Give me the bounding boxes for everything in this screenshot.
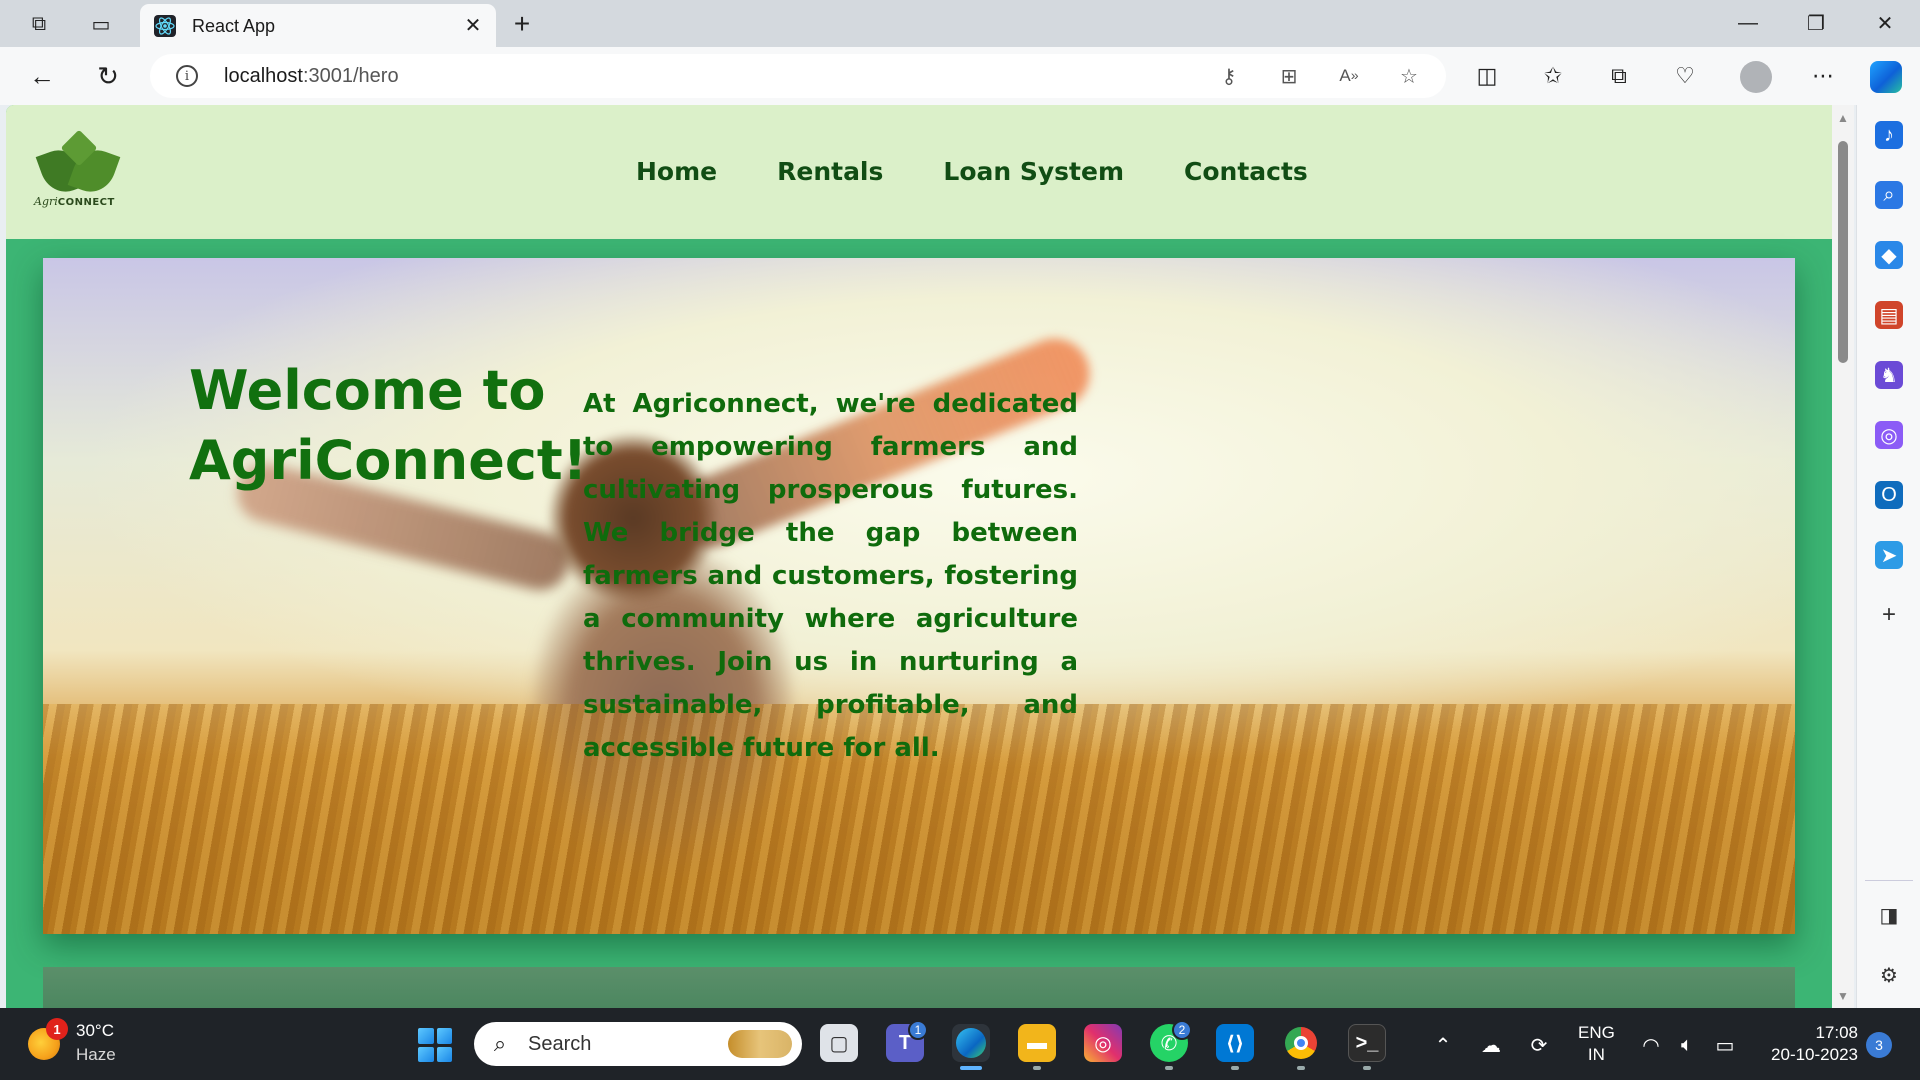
tab-react-app[interactable]: React App ✕ [140,4,496,47]
weather-badge: 1 [46,1018,68,1040]
shopping-icon[interactable]: ◆ [1875,241,1903,269]
weather-temp[interactable]: 30°C [76,1021,114,1041]
split-screen-icon[interactable]: ◫ [1470,59,1504,93]
address-toolbar: ← ↻ i localhost:3001/hero ⚷ ⊞ A» ☆ ◫ ✩ ⧉… [0,47,1920,105]
weather-condition[interactable]: Haze [76,1045,116,1065]
whatsapp-running-indicator [1165,1066,1173,1070]
search-icon: ⌕ [493,1031,507,1056]
clock-date: 20-10-2023 [1771,1045,1858,1064]
hero-title: Welcome to AgriConnect! [189,359,588,492]
page-scrollbar[interactable]: ▲ ▼ [1832,105,1854,1008]
back-arrow-icon[interactable]: ← [24,58,60,94]
battery-icon[interactable]: ▭ [1712,1032,1738,1058]
hide-sidebar-icon[interactable]: ◨ [1875,901,1903,929]
site-header: AgriCONNECT Home Rentals Loan System Con… [6,105,1832,239]
url-text[interactable]: localhost:3001/hero [224,65,399,88]
tab-title: React App [192,16,276,36]
url-host: localhost [224,65,303,87]
nav-home[interactable]: Home [636,157,717,186]
key-icon[interactable]: ⚷ [1216,63,1242,89]
info-icon[interactable]: i [176,65,198,87]
workspaces-icon[interactable]: ⧉ [24,9,54,39]
nav-rentals[interactable]: Rentals [777,157,883,186]
refresh-icon[interactable]: ↻ [90,58,126,94]
sync-icon[interactable]: ⟳ [1526,1032,1552,1058]
chevron-up-icon[interactable]: ⌃ [1430,1032,1456,1058]
plus-icon[interactable]: + [506,8,538,40]
favorite-star-icon[interactable]: ☆ [1396,63,1422,89]
logo-wordmark: AgriCONNECT [34,195,115,208]
performance-icon[interactable]: ♡ [1668,59,1702,93]
collections-icon[interactable]: ⧉ [1602,59,1636,93]
terminal-running-indicator [1363,1066,1371,1070]
chrome-running-indicator [1297,1066,1305,1070]
terminal-icon[interactable]: >_ [1348,1024,1386,1062]
clock-time: 17:08 [1815,1023,1858,1042]
page-viewport: AgriCONNECT Home Rentals Loan System Con… [6,105,1832,1008]
instagram-icon[interactable]: ◎ [1084,1024,1122,1062]
scroll-thumb[interactable] [1838,141,1848,363]
whatsapp-badge: 2 [1172,1020,1192,1040]
logo-word: CONNECT [57,197,115,208]
close-icon[interactable]: ✕ [460,12,486,38]
settings-icon[interactable]: ⚙ [1875,961,1903,989]
send-icon[interactable]: ➤ [1875,541,1903,569]
edge-icon[interactable] [952,1024,990,1062]
nav-loan-system[interactable]: Loan System [943,157,1124,186]
react-icon [154,15,176,37]
vscode-running-indicator [1231,1066,1239,1070]
file-explorer-icon[interactable]: ▬ [1018,1024,1056,1062]
vscode-icon[interactable]: ⟨⟩ [1216,1024,1254,1062]
microsoft-365-icon[interactable]: ◎ [1875,421,1903,449]
logo-script: Agri [34,195,58,208]
tools-icon[interactable]: ▤ [1875,301,1903,329]
favorites-icon[interactable]: ✩ [1536,59,1570,93]
search-label: Search [528,1033,592,1055]
nav-contacts[interactable]: Contacts [1184,157,1308,186]
system-clock[interactable]: 17:08 20-10-2023 [1762,1022,1858,1066]
minimize-icon[interactable]: — [1725,6,1771,40]
address-bar[interactable]: i localhost:3001/hero ⚷ ⊞ A» ☆ [150,54,1446,98]
hero-section: Welcome to AgriConnect! At Agriconnect, … [43,258,1795,934]
task-view-icon[interactable]: ▢ [820,1024,858,1062]
sidebar-divider [1865,880,1913,881]
agriconnect-logo[interactable]: AgriCONNECT [34,129,130,225]
window-close-icon[interactable]: ✕ [1862,6,1908,40]
onedrive-icon[interactable]: ☁ [1478,1032,1504,1058]
hero-description: At Agriconnect, we're dedicated to empow… [583,389,1078,763]
windows-taskbar: 1 30°C Haze ⌕ Search ▢ T 1 ▬ ◎ ✆ 2 ⟨⟩ >_… [0,1008,1920,1080]
wifi-icon[interactable]: ◠ [1638,1032,1664,1058]
outlook-icon[interactable]: O [1875,481,1903,509]
next-section-preview [43,967,1795,1008]
teams-badge: 1 [908,1020,928,1040]
restore-icon[interactable]: ❐ [1793,6,1839,40]
main-nav: Home Rentals Loan System Contacts [636,157,1308,186]
edge-active-indicator [960,1066,982,1070]
taskbar-search[interactable]: ⌕ Search [474,1022,802,1066]
search-highlight-icon [728,1030,792,1058]
profile-avatar[interactable] [1740,61,1772,93]
language-indicator[interactable]: ENG IN [1578,1022,1615,1066]
search-icon[interactable]: ⌕ [1875,181,1903,209]
scroll-down-icon[interactable]: ▼ [1836,989,1850,1003]
language-code: ENG [1578,1023,1615,1042]
notifications-icon[interactable]: ♪ [1875,121,1903,149]
chrome-icon[interactable] [1282,1024,1320,1062]
vertical-tabs-icon[interactable]: ▭ [86,9,116,39]
read-aloud-icon[interactable]: A» [1336,63,1362,89]
more-icon[interactable]: ⋯ [1806,59,1840,93]
tab-bar: ⧉ ▭ React App ✕ + — ❐ ✕ [0,0,1920,47]
extensions-icon[interactable]: ⊞ [1276,63,1302,89]
explorer-running-indicator [1033,1066,1041,1070]
games-icon[interactable]: ♞ [1875,361,1903,389]
scroll-up-icon[interactable]: ▲ [1836,111,1850,125]
notification-count-badge[interactable]: 3 [1866,1032,1892,1058]
url-path: :3001/hero [302,65,399,87]
add-icon[interactable]: + [1875,601,1903,629]
start-windows-icon[interactable] [418,1028,452,1062]
copilot-icon[interactable] [1870,61,1902,93]
volume-icon[interactable]: 🔈︎ [1674,1032,1700,1058]
edge-sidebar: ♪ ⌕ ◆ ▤ ♞ ◎ O ➤ + ◨ ⚙ [1856,105,1920,1008]
language-region: IN [1587,1045,1605,1064]
